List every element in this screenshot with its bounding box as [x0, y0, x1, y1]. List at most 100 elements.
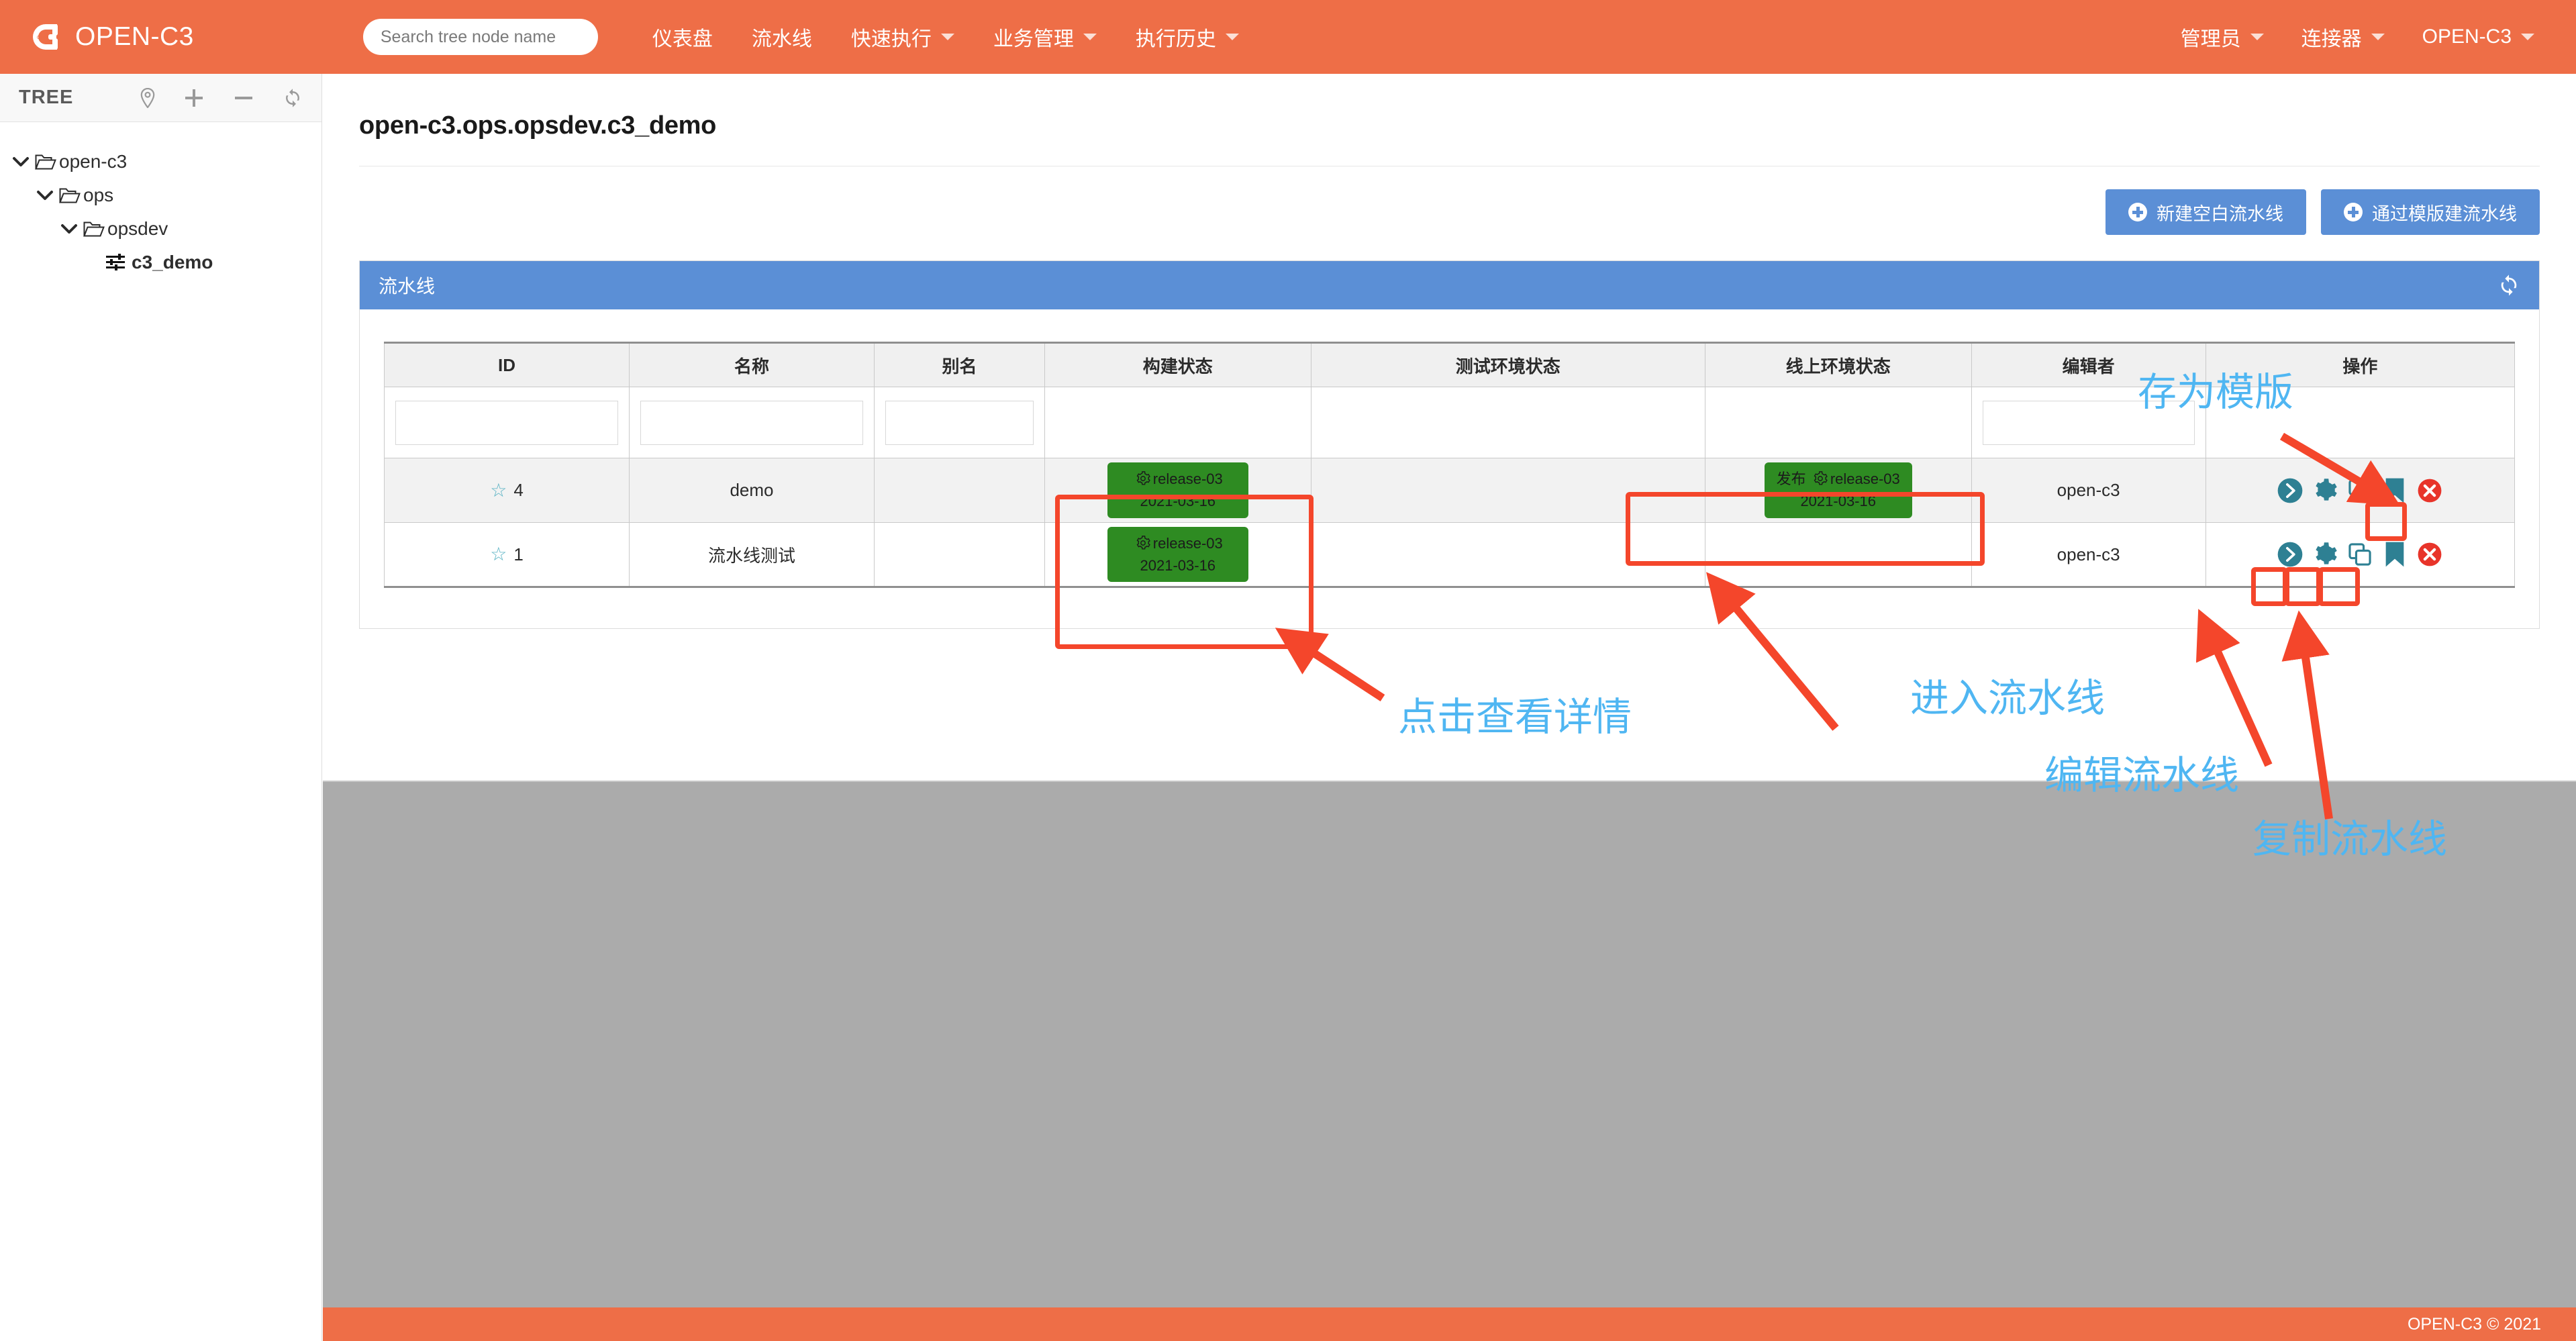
- cell-name: 流水线测试: [629, 522, 875, 588]
- online-status-badge[interactable]: 发布 release-03 2021-03-16: [1764, 462, 1912, 518]
- search-input[interactable]: [362, 19, 598, 55]
- chevron-down-icon[interactable]: [36, 189, 59, 202]
- chevron-down-icon: [1083, 34, 1097, 40]
- pipeline-table: ID 名称 别名 构建状态 测试环境状态 线上环境状态 编辑者 操作 ☆ 4 d…: [384, 342, 2516, 588]
- column-header-alias[interactable]: 别名: [874, 342, 1045, 387]
- nav-item-dashboard[interactable]: 仪表盘: [633, 22, 732, 52]
- filter-input-id[interactable]: [395, 400, 618, 445]
- enter-pipeline-icon[interactable]: [2275, 539, 2306, 570]
- nav-item-connector[interactable]: 连接器: [2283, 22, 2404, 52]
- chevron-down-icon: [2250, 34, 2264, 40]
- cell-build-status: release-03 2021-03-16: [1044, 522, 1311, 588]
- filter-cell-id: [384, 387, 630, 458]
- panel-title: 流水线: [379, 276, 436, 297]
- nav-label: 流水线: [751, 28, 812, 50]
- online-prefix: 发布: [1776, 470, 1806, 488]
- nav-label: 快速执行: [850, 28, 932, 50]
- chevron-down-icon[interactable]: [12, 155, 35, 168]
- cell-editor: open-c3: [1971, 522, 2206, 588]
- column-header-online-env-status[interactable]: 线上环境状态: [1704, 342, 1972, 387]
- delete-icon[interactable]: [2414, 539, 2445, 570]
- nav-label: OPEN-C3: [2422, 26, 2512, 48]
- plus-icon[interactable]: [183, 87, 205, 109]
- save-as-template-icon[interactable]: [2379, 539, 2410, 570]
- filter-input-alias[interactable]: [885, 400, 1034, 445]
- tree-title: TREE: [19, 87, 74, 108]
- build-status-badge[interactable]: release-03 2021-03-16: [1107, 526, 1248, 583]
- empty-gray-area: [323, 781, 2576, 1307]
- tree-node-open-c3[interactable]: open-c3: [0, 145, 321, 179]
- filter-input-editor[interactable]: [1982, 400, 2195, 445]
- chevron-down-icon: [940, 34, 954, 40]
- copy-pipeline-icon[interactable]: [2344, 539, 2375, 570]
- new-blank-pipeline-button[interactable]: 新建空白流水线: [2106, 189, 2306, 235]
- filter-input-name[interactable]: [640, 400, 863, 445]
- table-row[interactable]: ☆ 4 demo release-03 2021-03-16 发布 releas…: [384, 458, 2516, 523]
- location-pin-icon[interactable]: [140, 87, 155, 108]
- online-branch: release-03: [1830, 470, 1900, 488]
- column-header-name[interactable]: 名称: [629, 342, 875, 387]
- pipeline-panel: 流水线 ID 名称 别名 构建状态 测试环境状态 线上环境状态 编辑者 操作 ☆…: [359, 260, 2540, 629]
- footer-copyright: OPEN-C3 © 2021: [2407, 1314, 2541, 1334]
- cell-alias: [874, 458, 1045, 523]
- row-id: 1: [513, 544, 524, 564]
- panel-header: 流水线: [360, 261, 2539, 309]
- build-branch: release-03: [1152, 470, 1223, 488]
- nav-item-quick-exec[interactable]: 快速执行: [832, 22, 974, 52]
- filter-cell-build-status: [1044, 387, 1311, 458]
- column-header-id[interactable]: ID: [384, 342, 630, 387]
- nav-item-account[interactable]: OPEN-C3: [2404, 26, 2553, 48]
- plus-circle-icon: [2344, 203, 2363, 221]
- secondary-nav: 管理员 连接器 OPEN-C3: [2162, 22, 2553, 52]
- cell-id: ☆ 4: [384, 458, 630, 523]
- chevron-down-icon[interactable]: [60, 222, 83, 236]
- star-icon[interactable]: ☆: [490, 545, 507, 564]
- enter-pipeline-icon[interactable]: [2275, 475, 2306, 506]
- tree-body: open-c3 ops opsdev c3_demo: [0, 122, 321, 279]
- nav-item-exec-history[interactable]: 执行历史: [1116, 22, 1258, 52]
- refresh-icon[interactable]: [2497, 274, 2520, 297]
- page-title: open-c3.ops.opsdev.c3_demo: [359, 111, 717, 140]
- nav-label: 仪表盘: [652, 28, 713, 50]
- minus-icon[interactable]: [233, 87, 254, 109]
- nav-item-admin[interactable]: 管理员: [2162, 22, 2283, 52]
- cell-online-env-status: [1704, 522, 1972, 588]
- nav-item-business-mgmt[interactable]: 业务管理: [974, 22, 1116, 52]
- folder-open-icon: [35, 153, 56, 170]
- panel-body: ID 名称 别名 构建状态 测试环境状态 线上环境状态 编辑者 操作 ☆ 4 d…: [360, 309, 2539, 628]
- column-header-test-env-status[interactable]: 测试环境状态: [1310, 342, 1705, 387]
- edit-pipeline-icon[interactable]: [2310, 539, 2340, 570]
- c3-logo-icon: OPN: [28, 21, 67, 52]
- filter-cell-online-env: [1704, 387, 1972, 458]
- tree-node-c3-demo[interactable]: c3_demo: [0, 246, 321, 279]
- copy-pipeline-icon[interactable]: [2344, 475, 2375, 506]
- table-row[interactable]: ☆ 1 流水线测试 release-03 2021-03-16 open-c3: [384, 522, 2516, 588]
- build-branch: release-03: [1152, 534, 1223, 552]
- tree-sidebar: TREE open-c3 ops opsdev c3_demo: [0, 74, 322, 1341]
- tree-node-opsdev[interactable]: opsdev: [0, 212, 321, 246]
- button-label: 通过模版建流水线: [2372, 203, 2517, 224]
- column-header-build-status[interactable]: 构建状态: [1044, 342, 1311, 387]
- tree-node-label: open-c3: [59, 151, 128, 172]
- delete-icon[interactable]: [2414, 475, 2445, 506]
- star-icon[interactable]: ☆: [490, 481, 507, 500]
- tree-node-label: c3_demo: [132, 252, 213, 272]
- build-status-badge[interactable]: release-03 2021-03-16: [1107, 462, 1248, 518]
- nav-item-pipeline[interactable]: 流水线: [732, 22, 832, 52]
- row-id: 4: [513, 480, 524, 500]
- save-as-template-icon[interactable]: [2379, 475, 2410, 506]
- top-navbar: OPN OPEN-C3 仪表盘 流水线 快速执行 业务管理: [0, 0, 2576, 74]
- tree-node-ops[interactable]: ops: [0, 179, 321, 212]
- folder-open-icon: [83, 220, 105, 238]
- column-header-actions[interactable]: 操作: [2205, 342, 2516, 387]
- tree-node-label: ops: [83, 185, 114, 205]
- cell-alias: [874, 522, 1045, 588]
- column-header-editor[interactable]: 编辑者: [1971, 342, 2206, 387]
- edit-pipeline-icon[interactable]: [2310, 475, 2340, 506]
- refresh-icon[interactable]: [283, 88, 303, 108]
- cell-online-env-status: 发布 release-03 2021-03-16: [1704, 458, 1972, 523]
- table-header-row: ID 名称 别名 构建状态 测试环境状态 线上环境状态 编辑者 操作: [384, 342, 2516, 387]
- cell-test-env-status: [1310, 458, 1705, 523]
- new-pipeline-from-template-button[interactable]: 通过模版建流水线: [2321, 189, 2540, 235]
- brand[interactable]: OPN OPEN-C3: [28, 21, 194, 52]
